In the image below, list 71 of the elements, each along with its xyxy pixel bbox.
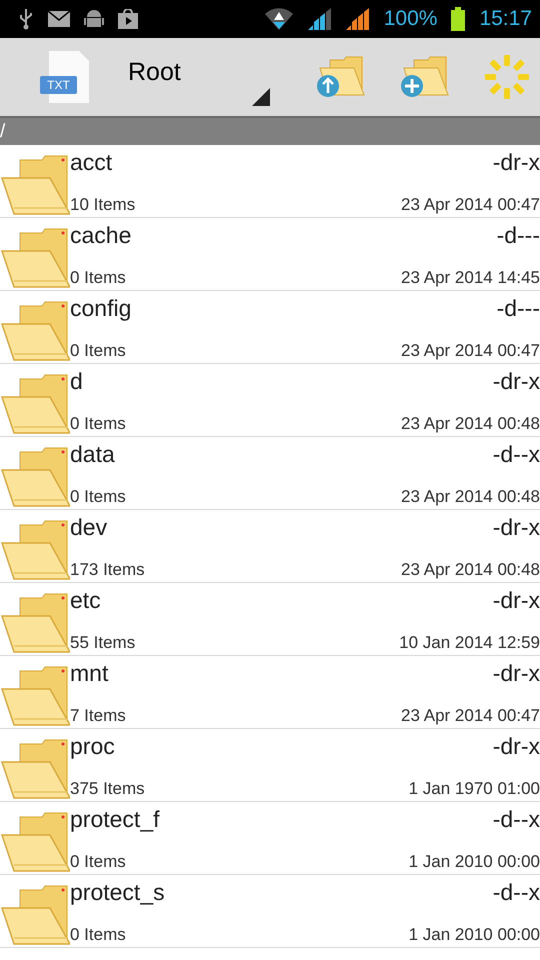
item-count: 0 Items <box>70 487 126 507</box>
signal-icon <box>346 8 370 30</box>
modified-date: 1 Jan 2010 00:00 <box>408 925 540 945</box>
modified-date: 23 Apr 2014 00:47 <box>401 195 540 215</box>
item-count: 0 Items <box>70 268 126 288</box>
permissions: -dr-x <box>492 368 540 395</box>
folder-name: protect_f <box>70 806 160 833</box>
folder-name: cache <box>70 222 132 249</box>
clock-time: 15:17 <box>479 7 532 31</box>
item-count: 55 Items <box>70 633 136 653</box>
item-count: 0 Items <box>70 925 126 945</box>
modified-date: 23 Apr 2014 00:47 <box>401 706 540 726</box>
modified-date: 1 Jan 1970 01:00 <box>408 779 540 799</box>
folder-name: config <box>70 295 132 322</box>
folder-row[interactable]: cache -d--- 0 Items 23 Apr 2014 14:45 <box>0 218 540 291</box>
permissions: -dr-x <box>492 149 540 176</box>
folder-name: protect_s <box>70 879 165 906</box>
item-count: 0 Items <box>70 414 126 434</box>
item-count: 10 Items <box>70 195 136 215</box>
modified-date: 1 Jan 2010 00:00 <box>408 852 540 872</box>
item-count: 0 Items <box>70 852 126 872</box>
current-path: / <box>0 120 6 142</box>
permissions: -dr-x <box>492 660 540 687</box>
modified-date: 23 Apr 2014 00:48 <box>401 414 540 434</box>
modified-date: 10 Jan 2014 12:59 <box>399 633 540 653</box>
permissions: -dr-x <box>492 587 540 614</box>
permissions: -d--x <box>492 806 540 833</box>
folder-name: etc <box>70 587 101 614</box>
folder-name: proc <box>70 733 115 760</box>
mail-icon <box>48 11 70 27</box>
wifi-icon <box>264 8 294 30</box>
shopping-bag-icon <box>118 9 138 29</box>
permissions: -d--- <box>496 295 540 322</box>
folder-name: mnt <box>70 660 108 687</box>
folder-row[interactable]: acct -dr-x 10 Items 23 Apr 2014 00:47 <box>0 145 540 218</box>
folder-row[interactable]: data -d--x 0 Items 23 Apr 2014 00:48 <box>0 437 540 510</box>
folder-row[interactable]: dev -dr-x 173 Items 23 Apr 2014 00:48 <box>0 510 540 583</box>
new-folder-icon[interactable] <box>400 56 450 98</box>
folder-row[interactable]: etc -dr-x 55 Items 10 Jan 2014 12:59 <box>0 583 540 656</box>
signal-icon <box>308 8 332 30</box>
modified-date: 23 Apr 2014 00:48 <box>401 560 540 580</box>
permissions: -dr-x <box>492 733 540 760</box>
item-count: 173 Items <box>70 560 145 580</box>
modified-date: 23 Apr 2014 00:47 <box>401 341 540 361</box>
modified-date: 23 Apr 2014 14:45 <box>401 268 540 288</box>
folder-row[interactable]: d -dr-x 0 Items 23 Apr 2014 00:48 <box>0 364 540 437</box>
usb-icon <box>18 8 34 30</box>
folder-row[interactable]: protect_s -d--x 0 Items 1 Jan 2010 00:00 <box>0 875 540 948</box>
android-icon <box>84 8 104 30</box>
folder-name: data <box>70 441 115 468</box>
directory-title[interactable]: Root <box>128 58 181 87</box>
permissions: -dr-x <box>492 514 540 541</box>
item-count: 375 Items <box>70 779 145 799</box>
battery-percentage: 100% <box>384 7 438 31</box>
dropdown-corner-icon[interactable] <box>252 88 270 106</box>
folder-name: d <box>70 368 83 395</box>
battery-icon <box>451 7 466 31</box>
item-count: 7 Items <box>70 706 126 726</box>
permissions: -d--x <box>492 441 540 468</box>
item-count: 0 Items <box>70 341 126 361</box>
folder-row[interactable]: proc -dr-x 375 Items 1 Jan 1970 01:00 <box>0 729 540 802</box>
folder-row[interactable]: config -d--- 0 Items 23 Apr 2014 00:47 <box>0 291 540 364</box>
permissions: -d--- <box>496 222 540 249</box>
folder-up-icon[interactable] <box>316 56 366 98</box>
folder-row[interactable]: mnt -dr-x 7 Items 23 Apr 2014 00:47 <box>0 656 540 729</box>
modified-date: 23 Apr 2014 00:48 <box>401 487 540 507</box>
folder-name: dev <box>70 514 108 541</box>
permissions: -d--x <box>492 879 540 906</box>
folder-row[interactable]: protect_f -d--x 0 Items 1 Jan 2010 00:00 <box>0 802 540 875</box>
file-type-label: TXT <box>46 77 71 94</box>
folder-name: acct <box>70 149 112 176</box>
